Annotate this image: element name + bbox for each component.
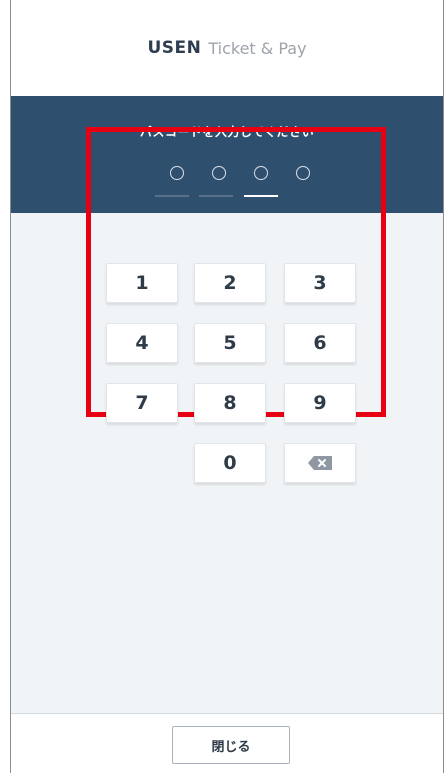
key-1[interactable]: 1 bbox=[106, 263, 178, 303]
key-9[interactable]: 9 bbox=[284, 383, 356, 423]
key-4[interactable]: 4 bbox=[106, 323, 178, 363]
brand-logo: USEN bbox=[147, 38, 202, 58]
backspace-button[interactable] bbox=[284, 443, 356, 483]
key-2[interactable]: 2 bbox=[194, 263, 266, 303]
key-3[interactable]: 3 bbox=[284, 263, 356, 303]
key-6[interactable]: 6 bbox=[284, 323, 356, 363]
footer: 閉じる bbox=[11, 713, 443, 773]
app-frame: USEN Ticket & Pay パスコードを入力してください 1 2 3 4… bbox=[10, 0, 444, 773]
header: USEN Ticket & Pay bbox=[11, 0, 443, 96]
key-5[interactable]: 5 bbox=[194, 323, 266, 363]
backspace-icon bbox=[308, 456, 332, 470]
key-0[interactable]: 0 bbox=[194, 443, 266, 483]
key-8[interactable]: 8 bbox=[194, 383, 266, 423]
product-name: Ticket & Pay bbox=[208, 38, 307, 58]
key-7[interactable]: 7 bbox=[106, 383, 178, 423]
close-button[interactable]: 閉じる bbox=[172, 726, 290, 764]
